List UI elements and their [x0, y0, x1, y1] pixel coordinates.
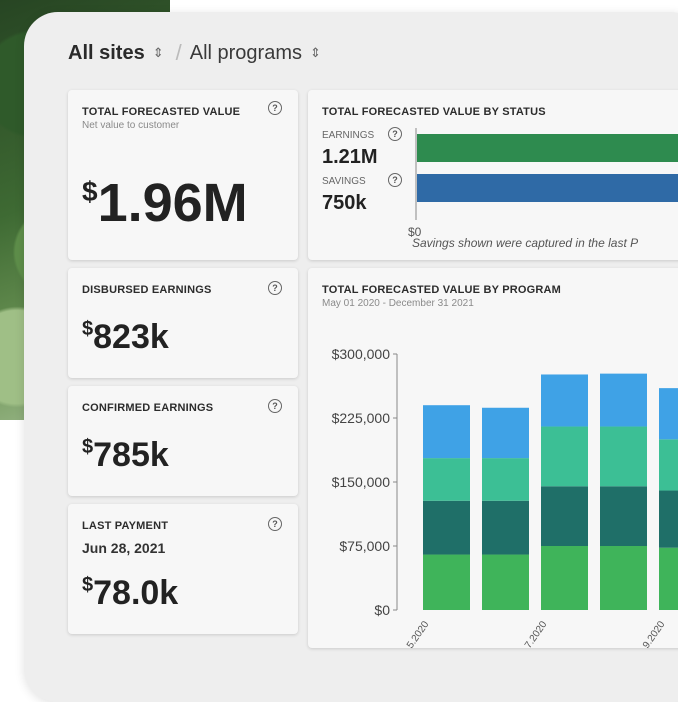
- programs-sort-icon[interactable]: ⇕: [310, 45, 321, 61]
- y-tick-label: $75,000: [339, 538, 390, 554]
- bar-segment: [482, 554, 529, 610]
- bar-segment: [482, 458, 529, 501]
- status-card: TOTAL FORECASTED VALUE BY STATUS EARNING…: [308, 90, 678, 260]
- y-tick-label: $150,000: [332, 474, 391, 490]
- bar-segment: [600, 373, 647, 427]
- bar-segment: [659, 490, 678, 548]
- x-tick-label: 5.2020: [405, 619, 432, 648]
- bar-segment: [659, 439, 678, 491]
- disbursed-earnings-value: $823k: [82, 318, 169, 357]
- bar-segment: [541, 426, 588, 487]
- bar-segment: [600, 486, 647, 546]
- x-tick-label: 7.2020: [523, 619, 550, 648]
- status-note: Savings shown were captured in the last …: [412, 236, 639, 250]
- status-bar-chart: $0: [408, 128, 678, 239]
- bar-segment: [600, 426, 647, 487]
- total-forecasted-card: TOTAL FORECASTED VALUE Net value to cust…: [68, 90, 298, 260]
- program-card: TOTAL FORECASTED VALUE BY PROGRAM May 01…: [308, 268, 678, 648]
- bar-segment: [541, 374, 588, 427]
- program-bar-chart: $300,000 $225,000 $150,000 $75,000 $0 5.2020 7…: [332, 346, 678, 648]
- bar-segment: [482, 500, 529, 555]
- x-tick-label: 9.2020: [641, 619, 668, 648]
- help-icon[interactable]: ?: [268, 281, 282, 295]
- last-payment-date: Jun 28, 2021: [82, 540, 166, 556]
- value-text: 78.0k: [93, 574, 179, 612]
- bar-segment: [659, 388, 678, 440]
- bar-segment: [423, 500, 470, 555]
- bar-segment: [423, 458, 470, 501]
- value-text: 785k: [93, 436, 169, 474]
- disbursed-earnings-card: DISBURSED EARNINGS ? $823k: [68, 268, 298, 378]
- programs-selector[interactable]: All programs: [190, 42, 302, 65]
- currency-symbol: $: [82, 318, 94, 340]
- currency-symbol: $: [82, 574, 94, 596]
- y-tick-label: $300,000: [332, 346, 391, 362]
- breadcrumb-separator: /: [175, 40, 182, 65]
- last-payment-card: LAST PAYMENT Jun 28, 2021 ? $78.0k: [68, 504, 298, 634]
- confirmed-earnings-card: CONFIRMED EARNINGS ? $785k: [68, 386, 298, 496]
- dashboard-panel: All sites ⇕ / All programs ⇕ TOTAL FOREC…: [24, 12, 678, 702]
- help-icon[interactable]: ?: [268, 399, 282, 413]
- sites-sort-icon[interactable]: ⇕: [153, 45, 164, 61]
- card-title: DISBURSED EARNINGS: [82, 284, 212, 296]
- bar-earnings: [417, 134, 678, 162]
- currency-symbol: $: [82, 176, 98, 207]
- bar-segment: [541, 486, 588, 546]
- value-text: 1.96M: [97, 173, 248, 233]
- value-text: 823k: [93, 318, 169, 356]
- bar-savings: [417, 174, 678, 202]
- last-payment-value: $78.0k: [82, 574, 178, 613]
- help-icon[interactable]: ?: [268, 101, 282, 115]
- bar-segment: [600, 546, 647, 610]
- bar-segment: [659, 547, 678, 610]
- bar-segment: [482, 407, 529, 459]
- y-tick-label: $225,000: [332, 410, 391, 426]
- sites-selector[interactable]: All sites: [68, 42, 145, 65]
- bar-segment: [423, 405, 470, 459]
- bar-segment: [541, 546, 588, 610]
- card-subtitle: Net value to customer: [82, 120, 180, 131]
- card-title: CONFIRMED EARNINGS: [82, 402, 214, 414]
- total-forecasted-value: $1.96M: [82, 172, 248, 234]
- y-tick-label: $0: [374, 602, 390, 618]
- bar-segment: [423, 554, 470, 610]
- card-title: TOTAL FORECASTED VALUE: [82, 106, 241, 118]
- confirmed-earnings-value: $785k: [82, 436, 169, 475]
- breadcrumb: All sites ⇕ / All programs ⇕: [68, 40, 331, 66]
- currency-symbol: $: [82, 436, 94, 458]
- help-icon[interactable]: ?: [268, 517, 282, 531]
- card-title: LAST PAYMENT: [82, 520, 169, 532]
